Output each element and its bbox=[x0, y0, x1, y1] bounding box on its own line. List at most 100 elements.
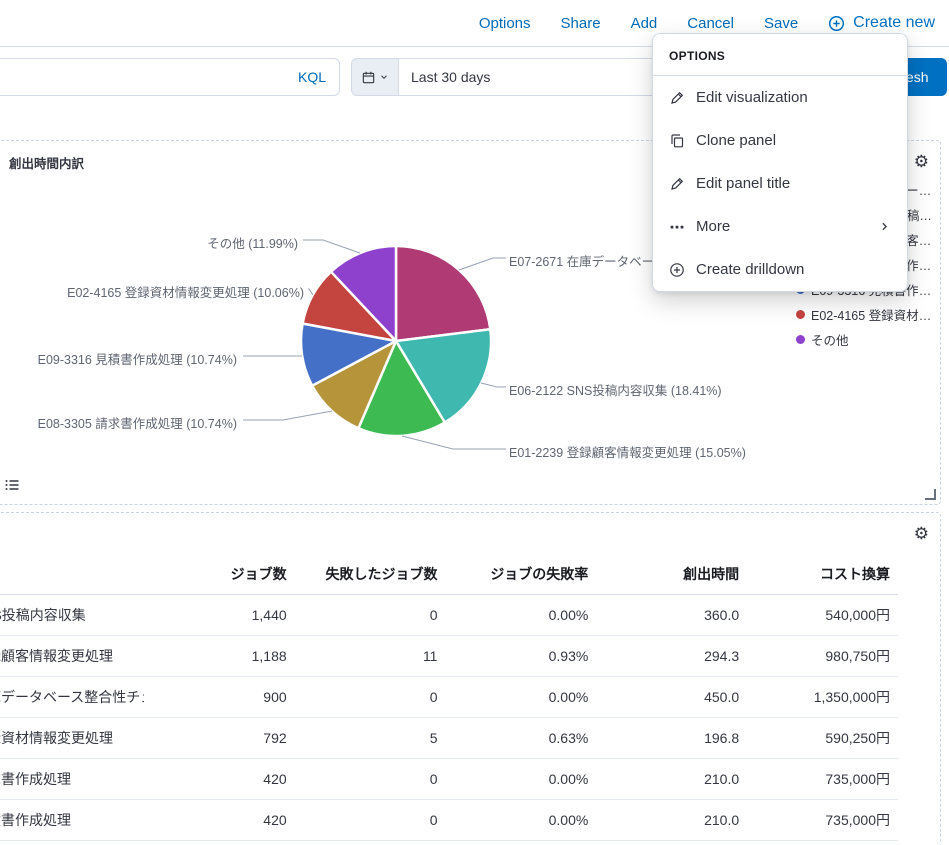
table-row: 登録商品チェック処理12000.00%120.0480,000円 bbox=[0, 840, 898, 845]
plus-in-circle-icon bbox=[828, 15, 845, 32]
plus-in-circle-icon bbox=[669, 262, 685, 278]
pie-callout-label: E06-2122 SNS投稿内容収集 (18.41%) bbox=[509, 384, 722, 398]
pencil-icon bbox=[669, 90, 685, 106]
menu-item-label: Create drilldown bbox=[696, 261, 805, 278]
table-row: SNS投稿内容収集1,44000.00%360.0540,000円 bbox=[0, 594, 898, 636]
value-cell: 360.0 bbox=[596, 594, 748, 636]
table-row: 登録資材情報変更処理79250.63%196.8590,250円 bbox=[0, 717, 898, 759]
legend-color-dot bbox=[796, 335, 805, 344]
menu-item-label: Edit panel title bbox=[696, 175, 791, 192]
job-name-cell: SNS投稿内容収集 bbox=[0, 594, 144, 636]
nav-link-options[interactable]: Options bbox=[479, 15, 531, 32]
context-menu-title: OPTIONS bbox=[653, 34, 907, 76]
job-name-cell: 登録顧客情報変更処理 bbox=[0, 635, 144, 677]
query-input[interactable] bbox=[0, 69, 285, 85]
legend-label: その他 bbox=[811, 334, 849, 348]
menu-item-edit-panel-title[interactable]: Edit panel title bbox=[653, 162, 907, 205]
create-new-button[interactable]: Create new bbox=[828, 14, 935, 32]
nav-link-save[interactable]: Save bbox=[764, 15, 798, 32]
value-cell: 11 bbox=[294, 635, 446, 677]
value-cell: 0.00% bbox=[445, 799, 597, 841]
jobs-table: ジョブ数 失敗したジョブ数 ジョブの失敗率 創出時間 コスト換算 SNS投稿内容… bbox=[0, 554, 898, 845]
legend-item[interactable]: E02-4165 登録資材情報変更処理 bbox=[796, 302, 942, 327]
value-cell: 196.8 bbox=[596, 717, 748, 759]
value-cell: 0.00% bbox=[445, 758, 597, 800]
value-cell: 0 bbox=[294, 594, 446, 636]
value-cell: 480,000円 bbox=[747, 840, 898, 845]
legend-label: E02-4165 登録資材情報変更処理 bbox=[811, 309, 942, 323]
job-name-cell: 登録商品チェック処理 bbox=[0, 840, 144, 845]
value-cell: 120 bbox=[143, 840, 295, 845]
date-range-value: Last 30 days bbox=[411, 69, 491, 85]
dashboard-screen: Options Share Add Cancel Save Create new… bbox=[0, 0, 949, 845]
chevron-right-icon bbox=[878, 220, 891, 233]
value-cell: 210.0 bbox=[596, 758, 748, 800]
chevron-down-icon bbox=[379, 72, 389, 82]
job-name-cell: 見積書作成処理 bbox=[0, 799, 144, 841]
table-row: 請求書作成処理42000.00%210.0735,000円 bbox=[0, 758, 898, 800]
pie-callout-label: その他 (11.99%) bbox=[207, 237, 298, 251]
menu-item-create-drilldown[interactable]: Create drilldown bbox=[653, 248, 907, 291]
legend-item[interactable]: その他 bbox=[796, 327, 942, 352]
menu-item-label: Clone panel bbox=[696, 132, 777, 149]
value-cell: 1,350,000円 bbox=[747, 676, 898, 718]
legend-color-dot bbox=[796, 310, 805, 319]
value-cell: 0 bbox=[294, 799, 446, 841]
value-cell: 120.0 bbox=[596, 840, 748, 845]
menu-item-clone-panel[interactable]: Clone panel bbox=[653, 119, 907, 162]
table-row: 在庫データベース整合性チェック90000.00%450.01,350,000円 bbox=[0, 676, 898, 718]
menu-item-label: More bbox=[696, 218, 731, 235]
search-box: KQL bbox=[0, 58, 340, 96]
column-header-cost[interactable]: コスト換算 bbox=[747, 554, 898, 595]
table-row: 見積書作成処理42000.00%210.0735,000円 bbox=[0, 799, 898, 841]
job-name-cell: 請求書作成処理 bbox=[0, 758, 144, 800]
value-cell: 0.63% bbox=[445, 717, 597, 759]
pie-callout-label: E01-2239 登録顧客情報変更処理 (15.05%) bbox=[509, 446, 746, 460]
kql-selector[interactable]: KQL bbox=[285, 69, 339, 85]
menu-item-edit-visualization[interactable]: Edit visualization bbox=[653, 76, 907, 119]
value-cell: 0.00% bbox=[445, 676, 597, 718]
pie-callout-label: E08-3305 請求書作成処理 (10.74%) bbox=[37, 417, 237, 431]
table-row: 登録顧客情報変更処理1,188110.93%294.3980,750円 bbox=[0, 635, 898, 677]
panel-settings-gear-icon[interactable]: ⚙ bbox=[914, 525, 929, 542]
value-cell: 1,440 bbox=[143, 594, 295, 636]
menu-item-more[interactable]: More bbox=[653, 205, 907, 248]
nav-link-share[interactable]: Share bbox=[561, 15, 601, 32]
value-cell: 210.0 bbox=[596, 799, 748, 841]
nav-link-cancel[interactable]: Cancel bbox=[687, 15, 734, 32]
value-cell: 1,188 bbox=[143, 635, 295, 677]
value-cell: 0.00% bbox=[445, 840, 597, 845]
value-cell: 0 bbox=[294, 840, 446, 845]
value-cell: 450.0 bbox=[596, 676, 748, 718]
job-name-cell: 在庫データベース整合性チェック bbox=[0, 676, 144, 718]
table-panel: ⚙ ジョブ数 失敗したジョブ数 ジョブの失敗率 創出時間 コスト換算 SNS投稿… bbox=[0, 512, 941, 845]
pie-slice[interactable] bbox=[394, 244, 492, 343]
column-header-created-time[interactable]: 創出時間 bbox=[596, 554, 748, 595]
copy-icon bbox=[669, 133, 685, 149]
value-cell: 0 bbox=[294, 758, 446, 800]
pencil-icon bbox=[669, 176, 685, 192]
column-header-jobs[interactable]: ジョブ数 bbox=[143, 554, 295, 595]
panel-resize-handle[interactable] bbox=[925, 489, 936, 500]
options-context-menu: OPTIONS Edit visualization Clone panel E… bbox=[652, 33, 908, 292]
value-cell: 0.93% bbox=[445, 635, 597, 677]
value-cell: 0.00% bbox=[445, 594, 597, 636]
value-cell: 980,750円 bbox=[747, 635, 898, 677]
pie-callout-label: E09-3316 見積書作成処理 (10.74%) bbox=[37, 353, 237, 367]
value-cell: 792 bbox=[143, 717, 295, 759]
column-header-failure-rate[interactable]: ジョブの失敗率 bbox=[445, 554, 597, 595]
column-header-name[interactable] bbox=[0, 554, 144, 595]
menu-item-label: Edit visualization bbox=[696, 89, 808, 106]
value-cell: 420 bbox=[143, 758, 295, 800]
value-cell: 420 bbox=[143, 799, 295, 841]
value-cell: 735,000円 bbox=[747, 758, 898, 800]
date-quick-select-button[interactable] bbox=[351, 58, 399, 96]
table-header: ジョブ数 失敗したジョブ数 ジョブの失敗率 創出時間 コスト換算 bbox=[0, 554, 898, 595]
value-cell: 5 bbox=[294, 717, 446, 759]
nav-link-add[interactable]: Add bbox=[631, 15, 658, 32]
legend-toggle-button[interactable] bbox=[2, 475, 22, 495]
value-cell: 0 bbox=[294, 676, 446, 718]
column-header-failed[interactable]: 失敗したジョブ数 bbox=[294, 554, 446, 595]
value-cell: 294.3 bbox=[596, 635, 748, 677]
value-cell: 590,250円 bbox=[747, 717, 898, 759]
